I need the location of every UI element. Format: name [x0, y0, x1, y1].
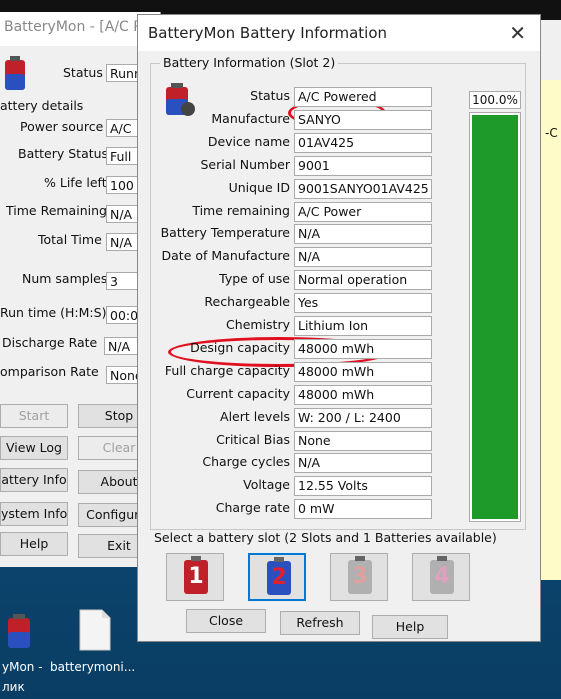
battery-information-group-title: Battery Information (Slot 2) [160, 55, 339, 70]
refresh-button[interactable]: Refresh [280, 611, 360, 635]
info-label: Charge rate [215, 500, 290, 515]
comparison-rate-label: omparison Rate [0, 364, 99, 379]
battery-app-icon [5, 56, 25, 90]
info-label: Current capacity [186, 386, 290, 401]
info-value-field: N/A [294, 247, 432, 267]
info-value-field: Normal operation [294, 270, 432, 290]
desktop-icon-label[interactable]: yMon - [2, 660, 43, 674]
info-label: Rechargeable [204, 294, 290, 309]
info-label: Date of Manufacture [161, 248, 290, 263]
battery-slot-icon: 1 [184, 556, 208, 594]
dialog-title-bar: BatteryMon Battery Information ✕ [138, 15, 540, 51]
info-value-field: Yes [294, 293, 432, 313]
info-value-field: N/A [294, 453, 432, 473]
info-label: Battery Temperature [160, 225, 290, 240]
info-label: Status [250, 88, 290, 103]
start-button[interactable]: Start [0, 404, 68, 428]
charge-bar-fill [472, 115, 518, 519]
run-time-label: Run time (H:M:S) [0, 305, 107, 320]
charge-bar [469, 112, 521, 522]
info-value-field: 9001 [294, 156, 432, 176]
battery-app-icon [166, 83, 195, 116]
info-value-field: N/A [294, 224, 432, 244]
info-value-field: 48000 mWh [294, 385, 432, 405]
life-left-label: % Life left [44, 175, 107, 190]
battery-slot-icon: 4 [430, 556, 454, 594]
desktop-icon-label[interactable]: batterymoni... [50, 660, 135, 674]
info-label: Alert levels [220, 409, 290, 424]
info-value-field: A/C Powered [294, 87, 432, 107]
battery-slot-icon: 2 [267, 557, 291, 595]
info-value-field: 0 mW [294, 499, 432, 519]
info-label: Serial Number [200, 157, 290, 172]
info-value-field: Lithium Ion [294, 316, 432, 336]
num-samples-label: Num samples [22, 271, 108, 286]
info-value-field: A/C Power [294, 202, 432, 222]
charge-percent: 100.0% [469, 91, 521, 109]
slot-1-button[interactable]: 1 [166, 553, 224, 601]
info-value-field: 48000 mWh [294, 339, 432, 359]
info-label: Charge cycles [202, 454, 290, 469]
battery-status-label: Battery Status [18, 146, 109, 161]
info-label: Time remaining [192, 203, 290, 218]
info-value-field: SANYO [294, 110, 432, 130]
info-label: Chemistry [226, 317, 290, 332]
slot-caption: Select a battery slot (2 Slots and 1 Bat… [154, 530, 497, 545]
time-remaining-label: Time Remaining [6, 203, 107, 218]
info-label: Manufacture [211, 111, 290, 126]
battery-information-dialog: BatteryMon Battery Information ✕ Battery… [137, 14, 541, 642]
status-label: Status [63, 65, 103, 80]
info-value-field: 48000 mWh [294, 362, 432, 382]
info-label: Device name [207, 134, 290, 149]
info-label: Type of use [219, 271, 290, 286]
info-value-field: 01AV425 [294, 133, 432, 153]
total-time-label: Total Time [38, 232, 102, 247]
file-icon[interactable] [78, 608, 112, 652]
system-info-button[interactable]: ystem Info [0, 502, 68, 526]
info-label: Unique ID [228, 180, 290, 195]
main-window-title: BatteryMon - [A/C Po [0, 12, 160, 46]
slot-2-button[interactable]: 2 [248, 553, 306, 601]
info-label: Voltage [243, 477, 290, 492]
battery-app-icon [8, 614, 30, 648]
slot-3-button[interactable]: 3 [330, 553, 388, 601]
discharge-rate-label: Discharge Rate [2, 335, 98, 350]
close-icon[interactable]: ✕ [509, 21, 526, 45]
help-button[interactable]: Help [0, 532, 68, 556]
info-value-field: None [294, 431, 432, 451]
slot-4-button[interactable]: 4 [412, 553, 470, 601]
dialog-title: BatteryMon Battery Information [148, 24, 388, 42]
power-source-label: Power source [20, 119, 104, 134]
info-label: Critical Bias [216, 432, 290, 447]
view-log-button[interactable]: View Log [0, 436, 68, 460]
battery-info-button[interactable]: attery Info [0, 468, 68, 492]
info-label: Design capacity [190, 340, 290, 355]
battery-slot-icon: 3 [348, 556, 372, 594]
close-button[interactable]: Close [186, 609, 266, 633]
info-label: Full charge capacity [164, 363, 290, 378]
info-value-field: W: 200 / L: 2400 [294, 408, 432, 428]
help-button[interactable]: Help [372, 615, 448, 639]
info-value-field: 9001SANYO01AV425 [294, 179, 432, 199]
desktop-icon-label[interactable]: лик [2, 680, 25, 694]
right-window-value: -C [545, 126, 558, 140]
info-value-field: 12.55 Volts [294, 476, 432, 496]
battery-details-group-title: attery details [0, 98, 84, 113]
